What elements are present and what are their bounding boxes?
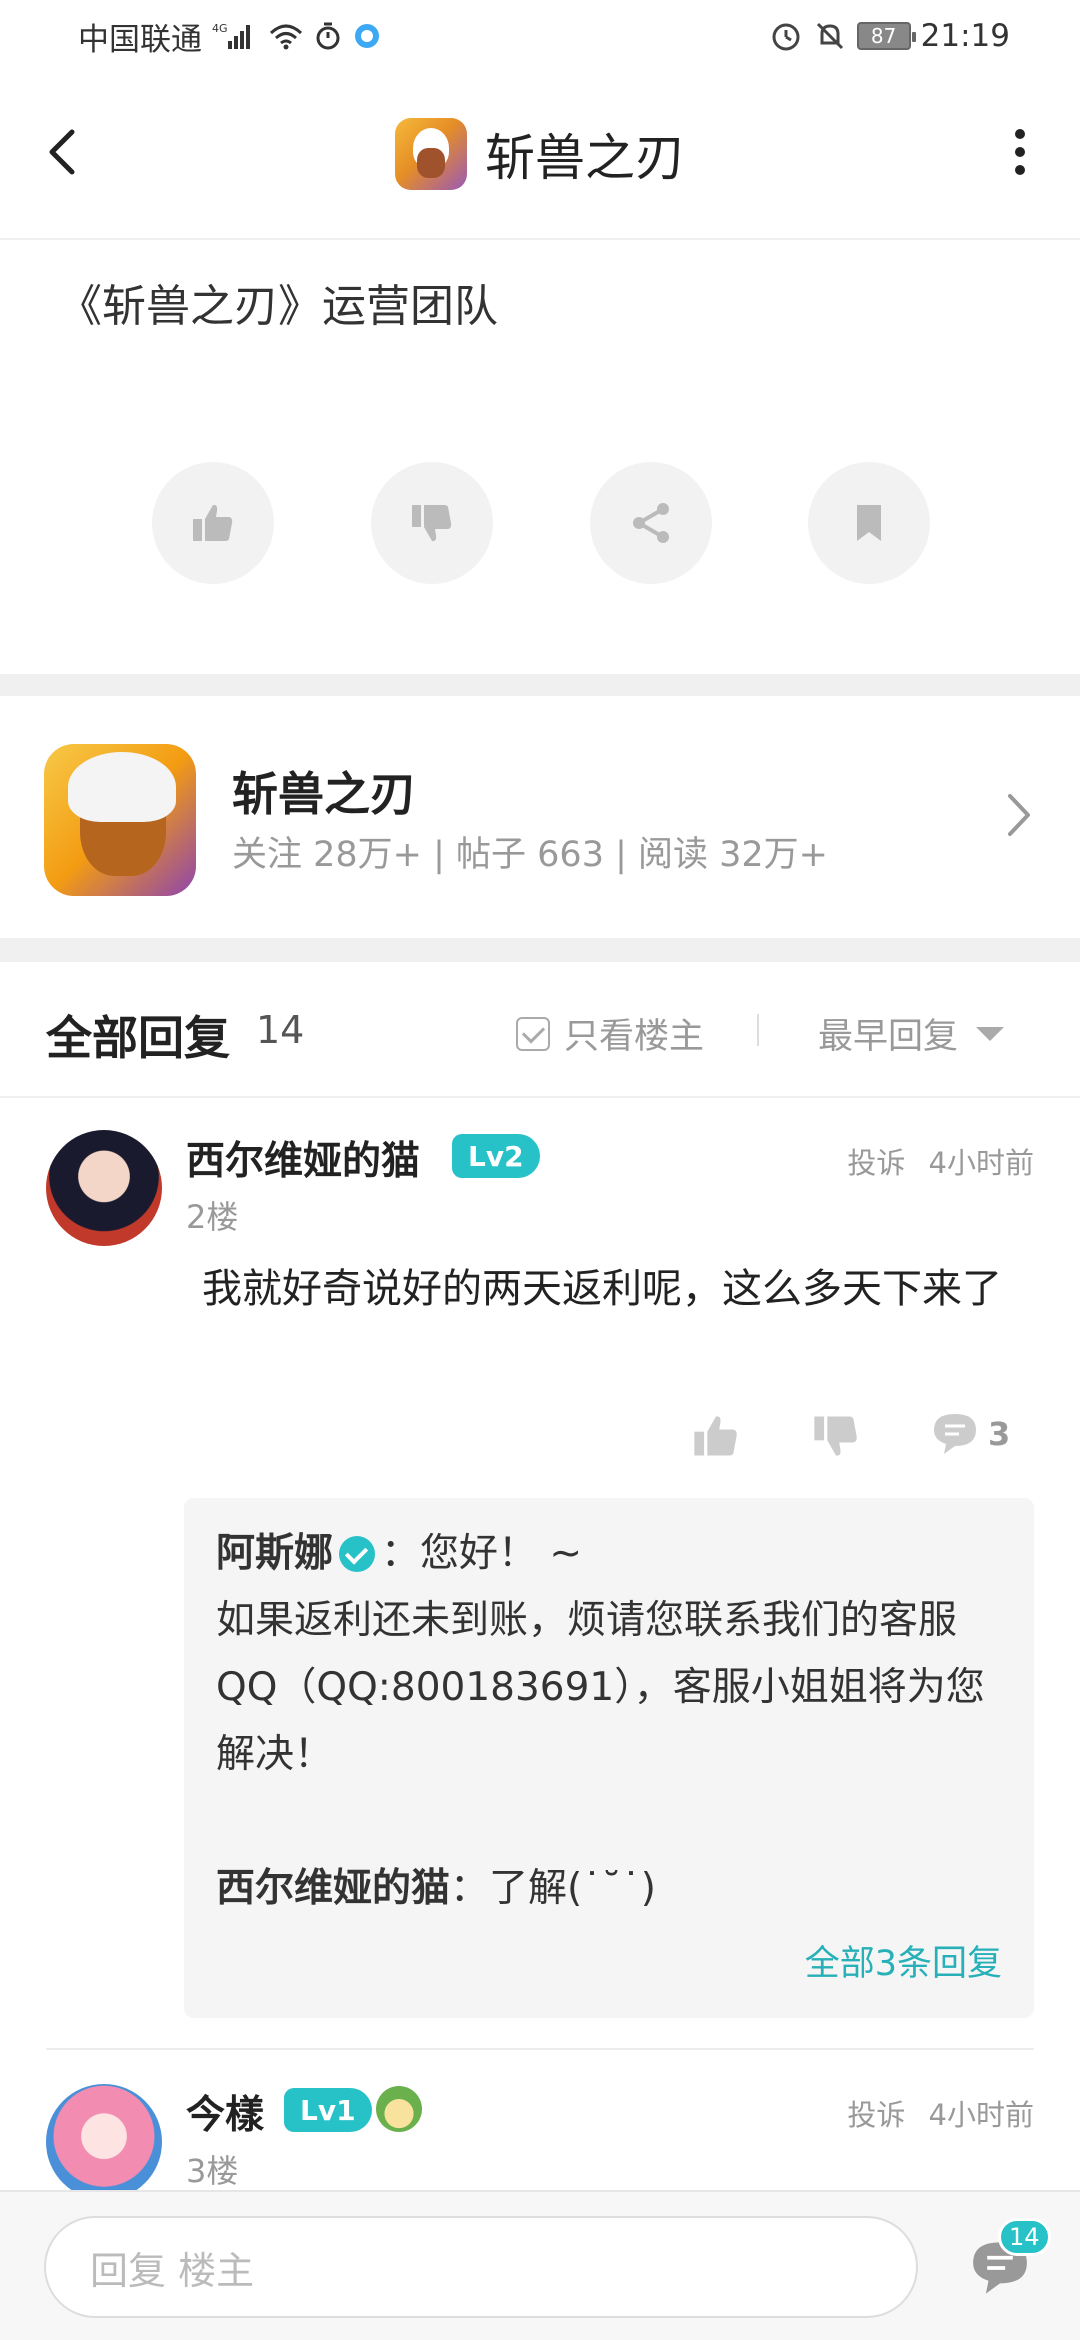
report-link[interactable]: 投诉 — [847, 1146, 905, 1180]
comment-count-badge: 14 — [998, 2218, 1051, 2256]
like-button[interactable] — [152, 462, 274, 584]
comment-bubble-icon — [934, 1414, 976, 1454]
avatar[interactable] — [46, 2084, 162, 2200]
comment-divider — [46, 2048, 1034, 2050]
sort-dropdown[interactable]: 最早回复 — [818, 1008, 1005, 1059]
battery-indicator: 87 — [856, 22, 916, 50]
sub-reply: 阿斯娜 ：您好！ ~ 如果返利还未到账，烦请您联系我们的客服QQ（QQ:80018… — [216, 1520, 1002, 1788]
game-card[interactable]: 斩兽之刃 关注 28万+ | 帖子 663 | 阅读 32万+ — [0, 696, 1080, 938]
app-notification-icon — [352, 21, 382, 51]
comment-text: 我就好奇说好的两天返利呢，这么多天下来了 — [202, 1266, 1002, 1312]
sub-reply-text: ：了解(˙˘˙) — [450, 1866, 656, 1911]
post-actions — [0, 462, 1080, 584]
verified-icon — [339, 1536, 376, 1572]
share-icon — [633, 503, 669, 543]
sub-reply-text-body: 如果返利还未到账，烦请您联系我们的客服QQ（QQ:800183691），客服小姐… — [216, 1598, 985, 1777]
thumbs-down-icon — [412, 505, 452, 542]
timer-icon — [314, 21, 342, 51]
report-link[interactable]: 投诉 — [847, 2098, 905, 2132]
wifi-icon — [268, 21, 304, 51]
game-cover-icon — [44, 744, 196, 896]
medal-icon — [376, 2086, 422, 2132]
only-op-label: 只看楼主 — [564, 1017, 705, 1057]
reply-input[interactable]: 回复 楼主 — [44, 2216, 918, 2318]
replies-header: 全部回复 14 只看楼主 最早回复 — [0, 962, 1080, 1098]
top-bar: 斩兽之刃 — [0, 72, 1080, 240]
floor-number: 2楼 — [186, 1198, 239, 1236]
level-badge: Lv1 — [284, 2088, 372, 2132]
sub-reply: 西尔维娅的猫：了解(˙˘˙) — [216, 1855, 1002, 1922]
sub-reply-text: ：您好！ ~ — [381, 1531, 583, 1576]
post-body: 《斩兽之刃》运营团队 — [58, 281, 498, 332]
status-bar: 中国联通 4G 87 21:19 — [0, 0, 1080, 72]
sort-label: 最早回复 — [818, 1017, 959, 1057]
replies-title: 全部回复 — [46, 1011, 230, 1065]
sub-reply-username[interactable]: 阿斯娜 — [216, 1531, 333, 1576]
checkbox-icon — [516, 1016, 550, 1051]
comment-meta: 投诉 4小时前 — [847, 1140, 1034, 1182]
comment-username[interactable]: 西尔维娅的猫 — [186, 1130, 420, 1186]
page-title: 斩兽之刃 — [485, 129, 685, 187]
floor-number: 3楼 — [186, 2152, 239, 2190]
view-all-replies-link[interactable]: 全部3条回复 — [805, 1931, 1002, 1998]
section-divider — [0, 938, 1080, 962]
comment-time: 4小时前 — [928, 2098, 1034, 2132]
game-stats: 关注 28万+ | 帖子 663 | 阅读 32万+ — [232, 835, 828, 875]
more-vertical-icon — [1015, 129, 1025, 175]
comment-time: 4小时前 — [928, 1146, 1034, 1180]
signal-icon: 4G — [212, 21, 258, 51]
carrier-name: 中国联通 — [78, 21, 202, 58]
dislike-button[interactable] — [371, 462, 493, 584]
svg-text:4G: 4G — [212, 22, 228, 35]
comment-username[interactable]: 今樣 — [186, 2084, 264, 2140]
bottom-reply-bar: 回复 楼主 14 — [0, 2190, 1080, 2340]
sub-reply-username[interactable]: 西尔维娅的猫 — [216, 1866, 450, 1911]
only-op-toggle[interactable]: 只看楼主 — [516, 1008, 704, 1059]
replies-count: 14 — [256, 1008, 305, 1052]
bookmark-button[interactable] — [808, 462, 930, 584]
mute-icon — [813, 19, 847, 53]
more-options-button[interactable] — [1000, 122, 1040, 182]
thumbs-up-icon — [193, 504, 233, 541]
chevron-right-icon — [1004, 788, 1034, 842]
sub-replies-box: 阿斯娜 ：您好！ ~ 如果返利还未到账，烦请您联系我们的客服QQ（QQ:80018… — [184, 1498, 1034, 2018]
header-title-group: 斩兽之刃 — [0, 116, 1080, 192]
comment-reply-button[interactable]: 3 — [930, 1410, 1010, 1458]
reply-count: 3 — [988, 1415, 1011, 1453]
comment-like-button[interactable] — [690, 1410, 742, 1462]
alarm-icon — [769, 19, 803, 53]
thumbs-up-icon — [694, 1416, 737, 1456]
clock: 21:19 — [920, 18, 1010, 54]
game-name: 斩兽之刃 — [232, 767, 416, 821]
comment-actions: 3 — [0, 1410, 1080, 1470]
level-badge: Lv2 — [452, 1134, 540, 1178]
section-divider — [0, 674, 1080, 696]
status-left: 中国联通 4G — [78, 14, 382, 59]
caret-down-icon — [976, 1026, 1005, 1041]
thumbs-down-icon — [814, 1416, 857, 1456]
bookmark-icon — [857, 505, 881, 541]
comment-dislike-button[interactable] — [810, 1410, 862, 1462]
avatar[interactable] — [46, 1130, 162, 1246]
share-button[interactable] — [590, 462, 712, 584]
comment-meta: 投诉 4小时前 — [847, 2092, 1034, 2134]
status-right: 87 21:19 — [769, 18, 1010, 54]
game-icon — [395, 118, 467, 190]
divider — [757, 1014, 759, 1046]
